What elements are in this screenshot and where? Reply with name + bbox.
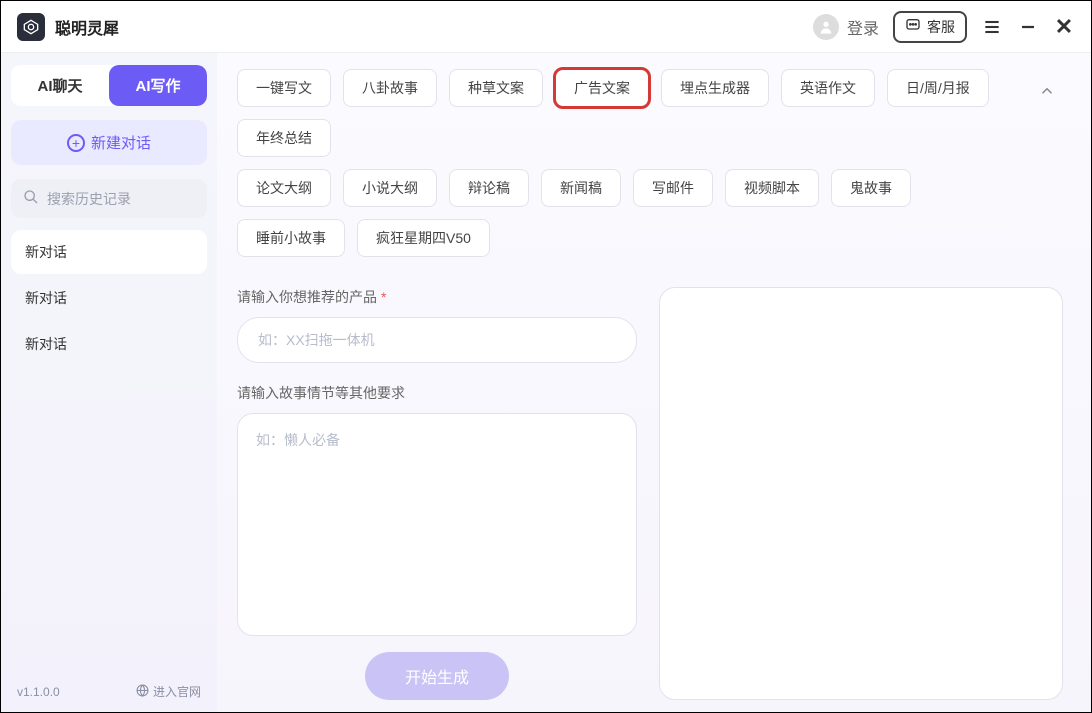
titlebar-left: 聪明灵犀 xyxy=(17,13,119,41)
new-chat-button[interactable]: + 新建对话 xyxy=(11,120,207,165)
generate-button[interactable]: 开始生成 xyxy=(365,652,509,700)
body: AI聊天 AI写作 + 新建对话 新对话 新对话 新对话 v1.1.0.0 进入 xyxy=(1,53,1091,712)
search-input[interactable] xyxy=(47,191,228,207)
new-chat-label: 新建对话 xyxy=(91,132,151,153)
menu-icon[interactable] xyxy=(981,16,1003,38)
template-tag[interactable]: 种草文案 xyxy=(449,69,543,107)
template-tag[interactable]: 日/周/月报 xyxy=(887,69,989,107)
tag-row: 论文大纲小说大纲辩论稿新闻稿写邮件视频脚本鬼故事睡前小故事疯狂星期四V50 xyxy=(237,169,1015,257)
sidebar-footer: v1.1.0.0 进入官网 xyxy=(11,679,207,708)
app-logo-icon xyxy=(17,13,45,41)
template-tags: 一键写文八卦故事种草文案广告文案埋点生成器英语作文日/周/月报年终总结 论文大纲… xyxy=(237,69,1063,269)
titlebar: 聪明灵犀 登录 客服 ✕ xyxy=(1,1,1091,53)
required-mark: * xyxy=(381,289,386,305)
product-label: 请输入你想推荐的产品* xyxy=(237,287,637,307)
template-tag[interactable]: 小说大纲 xyxy=(343,169,437,207)
login-button[interactable]: 登录 xyxy=(813,14,879,40)
extra-textarea[interactable] xyxy=(237,413,637,636)
history-item[interactable]: 新对话 xyxy=(11,322,207,366)
template-tag[interactable]: 年终总结 xyxy=(237,119,331,157)
template-tag[interactable]: 广告文案 xyxy=(555,69,649,107)
tag-row: 一键写文八卦故事种草文案广告文案埋点生成器英语作文日/周/月报年终总结 xyxy=(237,69,1015,157)
close-icon[interactable]: ✕ xyxy=(1053,16,1075,38)
titlebar-right: 登录 客服 ✕ xyxy=(813,11,1075,43)
avatar-icon xyxy=(813,14,839,40)
template-tag[interactable]: 八卦故事 xyxy=(343,69,437,107)
support-button[interactable]: 客服 xyxy=(893,11,967,43)
form-column: 请输入你想推荐的产品* 请输入故事情节等其他要求 开始生成 xyxy=(237,287,637,700)
template-tag[interactable]: 视频脚本 xyxy=(725,169,819,207)
template-tag[interactable]: 写邮件 xyxy=(633,169,713,207)
main: 一键写文八卦故事种草文案广告文案埋点生成器英语作文日/周/月报年终总结 论文大纲… xyxy=(217,53,1091,712)
template-tag[interactable]: 埋点生成器 xyxy=(661,69,769,107)
template-tag[interactable]: 辩论稿 xyxy=(449,169,529,207)
history-list: 新对话 新对话 新对话 xyxy=(11,230,207,679)
chat-icon xyxy=(905,17,921,36)
template-tag[interactable]: 睡前小故事 xyxy=(237,219,345,257)
version-label: v1.1.0.0 xyxy=(17,685,60,699)
tab-ai-write[interactable]: AI写作 xyxy=(109,65,207,106)
extra-label: 请输入故事情节等其他要求 xyxy=(237,383,637,403)
search-icon xyxy=(23,189,39,208)
template-tag[interactable]: 鬼故事 xyxy=(831,169,911,207)
output-panel xyxy=(659,287,1063,700)
template-tag[interactable]: 疯狂星期四V50 xyxy=(357,219,490,257)
plus-icon: + xyxy=(67,134,85,152)
template-tag[interactable]: 论文大纲 xyxy=(237,169,331,207)
official-link[interactable]: 进入官网 xyxy=(136,683,201,700)
template-tag[interactable]: 一键写文 xyxy=(237,69,331,107)
history-item[interactable]: 新对话 xyxy=(11,230,207,274)
product-input[interactable] xyxy=(237,317,637,363)
history-item[interactable]: 新对话 xyxy=(11,276,207,320)
content-row: 请输入你想推荐的产品* 请输入故事情节等其他要求 开始生成 xyxy=(237,287,1063,700)
collapse-toggle[interactable] xyxy=(1031,75,1063,107)
template-tag[interactable]: 新闻稿 xyxy=(541,169,621,207)
product-label-text: 请输入你想推荐的产品 xyxy=(237,289,377,305)
official-link-label: 进入官网 xyxy=(153,683,201,700)
template-tag[interactable]: 英语作文 xyxy=(781,69,875,107)
support-label: 客服 xyxy=(927,17,955,37)
minimize-icon[interactable] xyxy=(1017,16,1039,38)
search-box[interactable] xyxy=(11,179,207,218)
tab-ai-chat[interactable]: AI聊天 xyxy=(11,65,109,106)
globe-icon xyxy=(136,684,149,700)
sidebar: AI聊天 AI写作 + 新建对话 新对话 新对话 新对话 v1.1.0.0 进入 xyxy=(1,53,217,712)
login-label: 登录 xyxy=(847,15,879,39)
app-title: 聪明灵犀 xyxy=(55,15,119,39)
mode-tabs: AI聊天 AI写作 xyxy=(11,65,207,106)
